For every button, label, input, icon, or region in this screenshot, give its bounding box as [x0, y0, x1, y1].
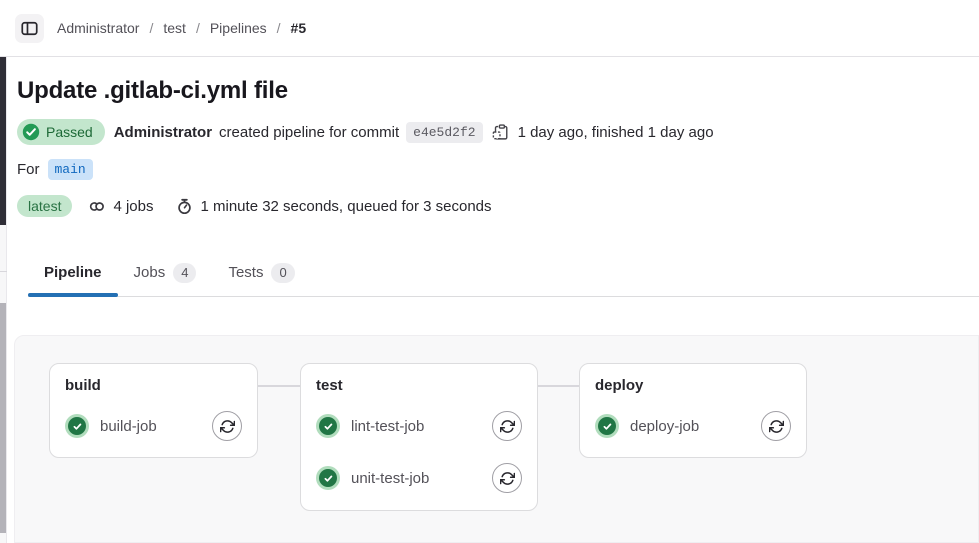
job-name-link[interactable]: unit-test-job: [351, 470, 492, 487]
latest-badge: latest: [17, 195, 73, 217]
stage-name: deploy: [595, 377, 644, 394]
pipeline-time-text: 1 day ago, finished 1 day ago: [517, 123, 714, 141]
breadcrumb-item-pipeline-number: #5: [290, 20, 307, 36]
ref-prefix-label: For: [17, 161, 40, 178]
author-link[interactable]: Administrator: [114, 124, 212, 141]
pipeline-graph-panel: build build-job test lint-test-job unit-…: [14, 335, 979, 543]
breadcrumb: Administrator / test / Pipelines / #5: [57, 20, 306, 36]
retry-icon: [499, 471, 515, 486]
stage-card-build: build build-job: [49, 363, 258, 458]
left-rail: [0, 57, 7, 543]
breadcrumb-separator: /: [276, 20, 281, 36]
breadcrumb-item-test[interactable]: test: [163, 20, 186, 36]
branch-link[interactable]: main: [47, 159, 93, 180]
job-success-icon: [316, 414, 340, 438]
retry-job-button[interactable]: [492, 411, 522, 441]
copy-commit-sha-button[interactable]: [492, 123, 509, 141]
retry-icon: [768, 419, 784, 434]
duration-text: 1 minute 32 seconds, queued for 3 second…: [200, 197, 492, 215]
breadcrumb-bar: Administrator / test / Pipelines / #5: [0, 0, 979, 57]
timer-icon: [176, 198, 193, 215]
ref-row: For main: [17, 159, 979, 180]
stage-name: build: [65, 377, 101, 394]
tab-pipeline[interactable]: Pipeline: [28, 249, 118, 297]
retry-icon: [219, 419, 235, 434]
retry-job-button[interactable]: [761, 411, 791, 441]
copy-icon: [492, 123, 509, 141]
check-circle-icon: [22, 123, 40, 141]
job-success-icon: [65, 414, 89, 438]
meta-row: latest 4 jobs 1 minute 32 seconds, queue…: [17, 195, 979, 217]
job-row-deploy-job[interactable]: deploy-job: [595, 411, 791, 441]
jobs-count-text: 4 jobs: [113, 197, 154, 215]
tab-jobs-count-badge: 4: [173, 262, 197, 283]
stage-connector: [258, 385, 300, 387]
retry-icon: [499, 419, 515, 434]
tab-jobs[interactable]: Jobs 4: [118, 249, 213, 296]
job-success-icon: [595, 414, 619, 438]
left-rail-dark-segment: [0, 57, 6, 225]
page-title: Update .gitlab-ci.yml file: [17, 77, 288, 104]
pipeline-byline: Administrator created pipeline for commi…: [114, 121, 714, 143]
tab-tests-label: Tests: [228, 264, 264, 281]
stage-card-deploy: deploy deploy-job: [579, 363, 807, 458]
status-label: Passed: [46, 124, 93, 140]
breadcrumb-separator: /: [195, 20, 200, 36]
stage-name: test: [316, 377, 343, 394]
byline-action-text: created pipeline for commit: [219, 123, 400, 141]
retry-job-button[interactable]: [492, 463, 522, 493]
job-success-icon: [316, 466, 340, 490]
job-row-lint-test-job[interactable]: lint-test-job: [316, 411, 522, 441]
status-row: Passed Administrator created pipeline fo…: [17, 119, 979, 145]
job-name-link[interactable]: build-job: [100, 418, 212, 435]
sidebar-toggle-icon: [21, 20, 38, 37]
pipeline-status-badge: Passed: [17, 119, 105, 145]
job-name-link[interactable]: lint-test-job: [351, 418, 492, 435]
sidebar-toggle-button[interactable]: [15, 13, 44, 43]
job-name-link[interactable]: deploy-job: [630, 418, 761, 435]
retry-job-button[interactable]: [212, 411, 242, 441]
job-row-build-job[interactable]: build-job: [65, 411, 242, 441]
tab-tests[interactable]: Tests 0: [212, 249, 310, 296]
tab-pipeline-label: Pipeline: [44, 264, 102, 281]
tab-tests-count-badge: 0: [271, 262, 295, 283]
stage-card-test: test lint-test-job unit-test-job: [300, 363, 538, 511]
left-rail-scrollbar-thumb[interactable]: [0, 303, 6, 533]
left-rail-divider: [0, 271, 7, 272]
breadcrumb-item-pipelines[interactable]: Pipelines: [210, 20, 267, 36]
job-row-unit-test-job[interactable]: unit-test-job: [316, 463, 522, 493]
tab-jobs-label: Jobs: [133, 264, 166, 281]
breadcrumb-separator: /: [149, 20, 154, 36]
linked-pipeline-icon: [88, 198, 105, 215]
commit-sha-link[interactable]: e4e5d2f2: [406, 121, 483, 143]
stage-connector: [538, 385, 579, 387]
pipeline-page: Update .gitlab-ci.yml file Passed Admini…: [0, 76, 979, 297]
breadcrumb-item-administrator[interactable]: Administrator: [57, 20, 139, 36]
pipeline-tabs: Pipeline Jobs 4 Tests 0: [28, 249, 979, 297]
